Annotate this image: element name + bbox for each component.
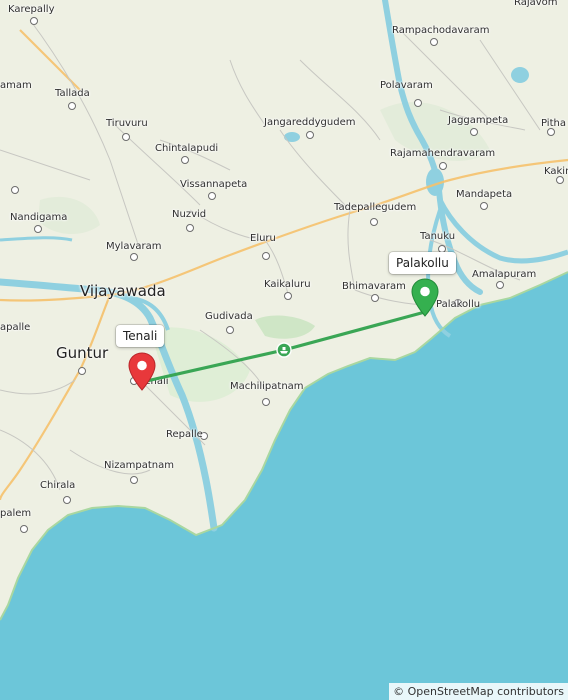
place-label: Karepally — [8, 4, 55, 15]
place-label: Jangareddygudem — [264, 117, 356, 128]
place-label: Pitha — [541, 118, 566, 129]
city-label: Guntur — [56, 344, 109, 362]
town-dot — [480, 202, 488, 210]
town-dot — [63, 496, 71, 504]
place-label: Kakin — [544, 166, 568, 177]
town-dot — [414, 99, 422, 107]
place-label: Tanuku — [420, 231, 456, 242]
place-label: Rajavom — [514, 0, 558, 8]
place-label: Palakollu — [436, 299, 481, 310]
place-label: Rampachodavaram — [392, 25, 490, 36]
place-label: Chintalapudi — [155, 143, 219, 154]
map-attribution[interactable]: © OpenStreetMap contributors — [389, 683, 568, 700]
origin-pin-icon[interactable] — [127, 352, 157, 392]
place-label: Chirala — [40, 480, 76, 491]
town-dot — [371, 294, 379, 302]
place-label: Tiruvuru — [106, 118, 148, 129]
town-dot — [181, 156, 189, 164]
town-dot — [34, 225, 42, 233]
town-dot — [186, 224, 194, 232]
place-label: Mandapeta — [456, 189, 513, 200]
town-dot — [430, 38, 438, 46]
place-label: Tallada — [55, 88, 90, 99]
town-dot — [439, 162, 447, 170]
town-dot — [20, 525, 28, 533]
place-label: Kaikaluru — [264, 279, 311, 290]
town-dot — [68, 102, 76, 110]
town-dot — [306, 131, 314, 139]
city-label: Vijayawada — [80, 282, 166, 300]
town-dot — [78, 367, 86, 375]
town-dot — [370, 218, 378, 226]
town-dot — [30, 17, 38, 25]
place-label: amam — [0, 80, 32, 91]
place-label: apalle — [0, 322, 31, 333]
town-dot — [208, 192, 216, 200]
town-dot — [130, 476, 138, 484]
map-canvas[interactable]: Karepally Rajavom Rampachodavaram amam T… — [0, 0, 568, 700]
origin-label: Tenali — [116, 325, 165, 347]
destination-label: Palakollu — [389, 252, 456, 274]
place-label: Amalapuram — [472, 269, 537, 280]
place-label: Machilipatnam — [230, 381, 304, 392]
place-label: Repalle — [166, 429, 203, 440]
place-label: Polavaram — [380, 80, 433, 91]
town-dot — [470, 128, 478, 136]
town-dot — [262, 398, 270, 406]
place-label: Jaggampeta — [448, 115, 509, 126]
town-dot — [262, 252, 270, 260]
place-label: Rajamahendravaram — [390, 148, 496, 159]
place-label: Mylavaram — [106, 241, 162, 252]
town-dot — [11, 186, 19, 194]
town-dot — [226, 326, 234, 334]
town-dot — [547, 128, 555, 136]
place-label: Bhimavaram — [342, 281, 406, 292]
place-label: Eluru — [250, 233, 276, 244]
town-dot — [284, 292, 292, 300]
place-label: Tadepallegudem — [334, 202, 417, 213]
town-dot — [556, 176, 564, 184]
town-dot — [130, 253, 138, 261]
town-dot — [122, 133, 130, 141]
place-label: Vissannapeta — [180, 179, 248, 190]
place-label: Nizampatnam — [104, 460, 174, 471]
place-label: Nuzvid — [172, 209, 207, 220]
place-label: Gudivada — [205, 311, 253, 322]
destination-pin-icon[interactable] — [410, 278, 440, 318]
place-label: palem — [0, 508, 32, 519]
ferry-icon[interactable] — [276, 342, 292, 358]
place-label: Nandigama — [10, 212, 68, 223]
town-dot — [496, 281, 504, 289]
